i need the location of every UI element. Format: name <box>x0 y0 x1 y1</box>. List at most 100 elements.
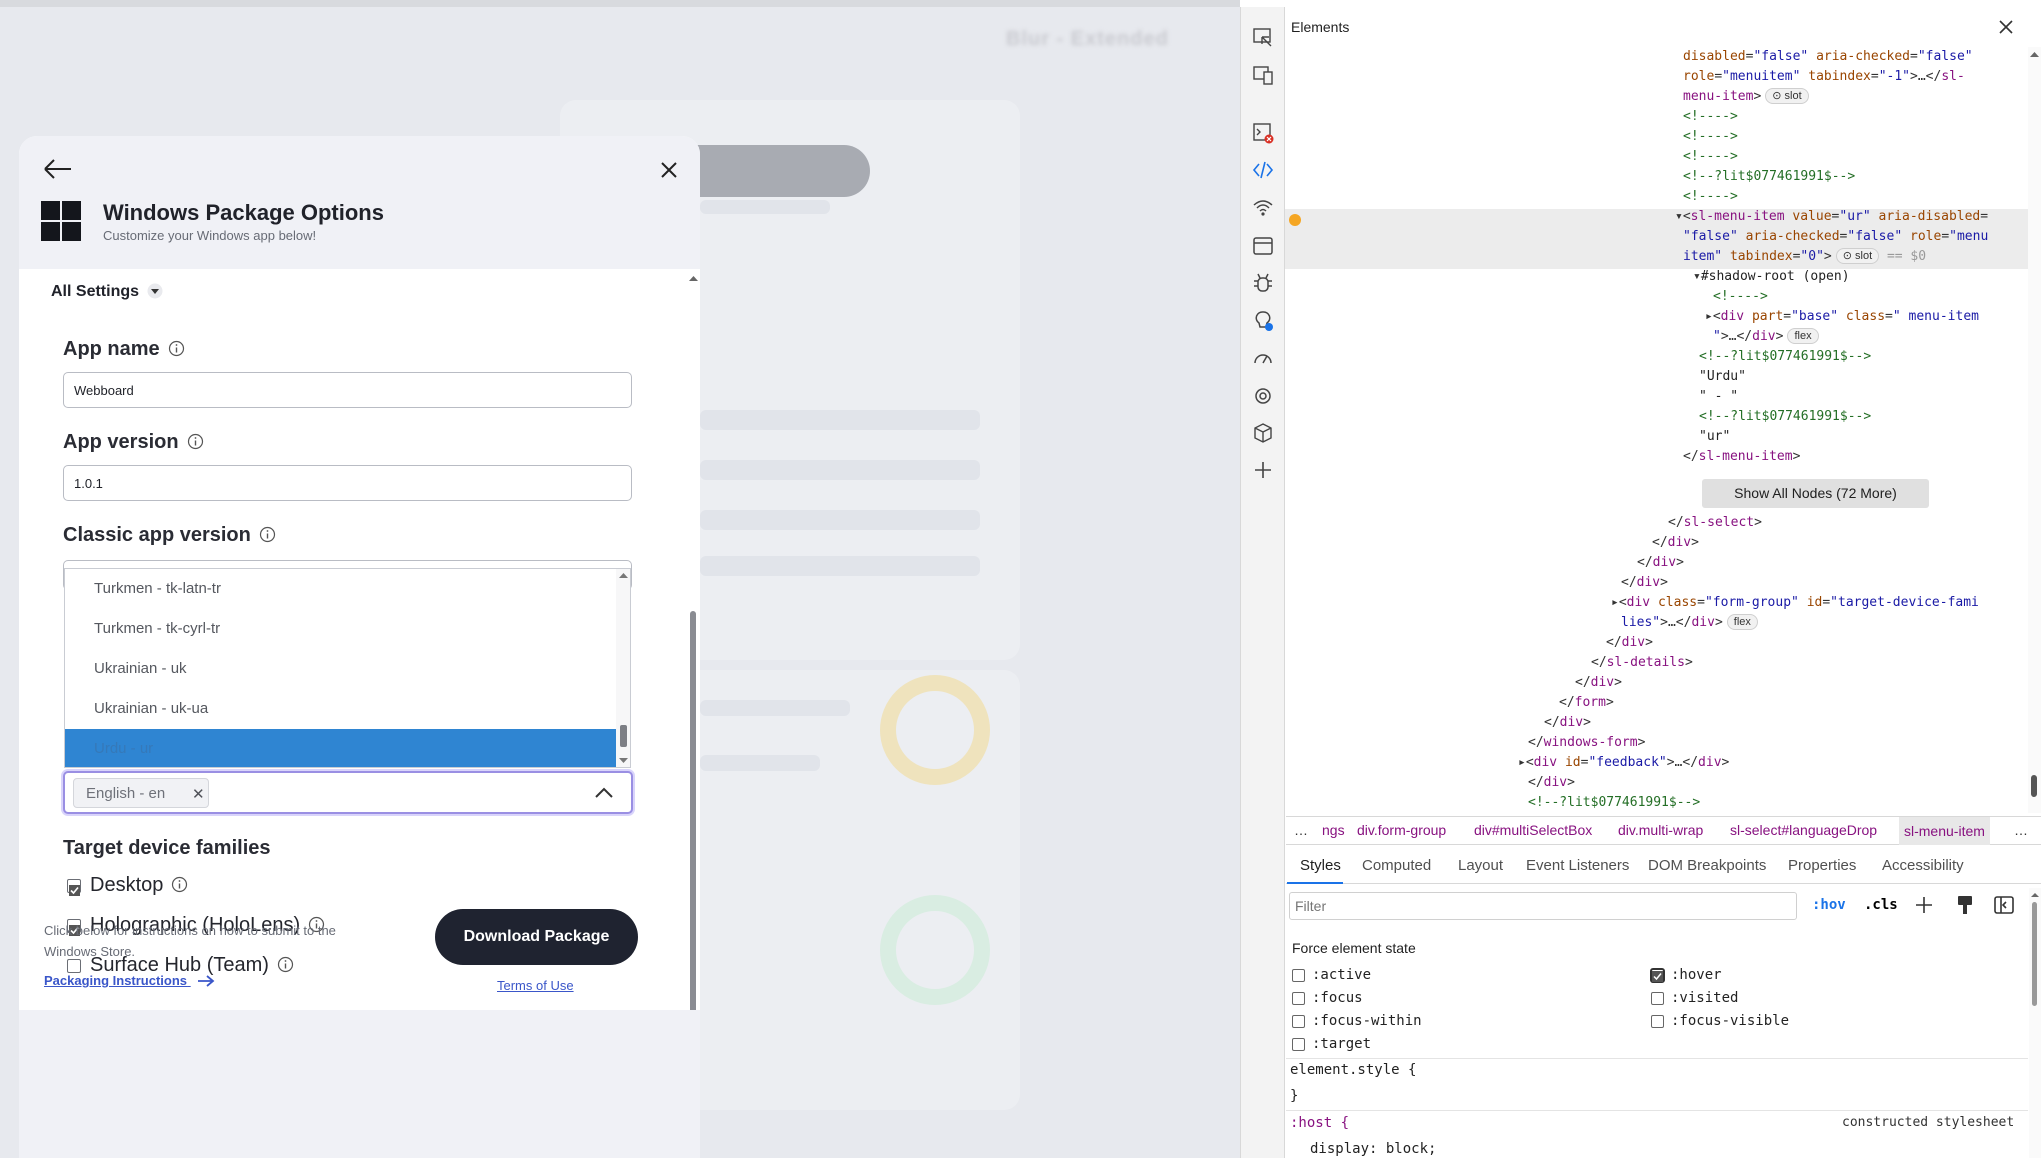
dropdown-option[interactable]: Ukrainian - uk <box>65 649 616 689</box>
windows-package-modal: Windows Package Options Customize your W… <box>19 136 700 1158</box>
download-package-button[interactable]: Download Package <box>435 909 638 965</box>
background-line <box>700 200 830 214</box>
checkbox[interactable] <box>1292 969 1305 982</box>
chevron-up-icon[interactable] <box>593 783 615 803</box>
checkbox[interactable] <box>1292 992 1305 1005</box>
dropdown-scroll-thumb[interactable] <box>620 725 627 747</box>
constructed-stylesheet-link[interactable]: constructed stylesheet <box>1842 1115 2014 1130</box>
devtools-title: Elements <box>1291 19 1350 35</box>
paint-brush-icon[interactable] <box>1955 894 1975 922</box>
info-icon[interactable] <box>259 526 276 543</box>
devtools-activity-bar <box>1240 7 1285 1158</box>
element-style-rule[interactable]: element.style { <box>1290 1062 1416 1078</box>
device-toolbar-icon[interactable] <box>1252 64 1274 86</box>
app-version-label: App version <box>63 431 204 454</box>
tab-layout[interactable]: Layout <box>1458 857 1503 874</box>
performance-gauge-icon[interactable] <box>1252 348 1274 370</box>
language-tag: English - en ✕ <box>73 778 209 808</box>
plus-icon[interactable] <box>1252 459 1274 481</box>
background-line <box>700 556 980 576</box>
checkbox[interactable] <box>1292 1015 1305 1028</box>
app-version-input[interactable] <box>63 465 632 501</box>
back-arrow-icon[interactable] <box>41 154 75 184</box>
show-all-nodes-button[interactable]: Show All Nodes (72 More) <box>1702 479 1929 508</box>
breadcrumb-item[interactable]: div.form-group <box>1357 822 1446 838</box>
dom-scroll-thumb[interactable] <box>2031 775 2037 797</box>
terms-of-use-link[interactable]: Terms of Use <box>497 978 574 993</box>
breadcrumb-item[interactable]: div#multiSelectBox <box>1474 822 1592 838</box>
background-line <box>700 410 980 430</box>
breadcrumb-item[interactable]: div.multi-wrap <box>1618 822 1703 838</box>
console-error-icon[interactable] <box>1252 122 1274 144</box>
dropdown-scrollbar[interactable] <box>616 569 630 767</box>
tab-dom-breakpoints[interactable]: DOM Breakpoints <box>1648 857 1766 874</box>
close-icon[interactable] <box>655 156 683 184</box>
info-icon[interactable] <box>171 876 188 893</box>
modal-title: Windows Package Options <box>103 200 384 225</box>
elements-code-icon[interactable] <box>1252 159 1274 181</box>
background-line <box>700 700 850 716</box>
styles-filter-input[interactable] <box>1289 892 1797 920</box>
tab-styles[interactable]: Styles <box>1300 857 1341 874</box>
checkbox[interactable] <box>1292 1038 1305 1051</box>
breadcrumb-item[interactable]: … <box>2014 822 2028 838</box>
checkbox[interactable] <box>1651 992 1664 1005</box>
toggle-sidebar-icon[interactable] <box>1993 894 2015 922</box>
tab-accessibility[interactable]: Accessibility <box>1882 857 1964 874</box>
breadcrumb: … ngs div.form-group div#multiSelectBox … <box>1286 816 2041 845</box>
language-dropdown-list[interactable]: Turkmen - tk-latn-tr Turkmen - tk-cyrl-t… <box>64 568 631 768</box>
dom-scrollbar[interactable] <box>2028 47 2041 813</box>
divider <box>1286 1058 2028 1059</box>
app-name-label: App name <box>63 338 185 361</box>
network-wifi-icon[interactable] <box>1252 197 1274 219</box>
background-brand: Blur - Extended <box>1006 28 1169 50</box>
background-donut <box>880 675 990 785</box>
styles-scrollbar[interactable] <box>2029 888 2041 1158</box>
tab-computed[interactable]: Computed <box>1362 857 1431 874</box>
breadcrumb-item[interactable]: … <box>1294 822 1308 838</box>
close-icon[interactable] <box>1996 17 2016 37</box>
hov-toggle[interactable]: :hov <box>1812 897 1846 925</box>
target-families-label: Target device families <box>63 837 271 859</box>
app-name-input[interactable] <box>63 372 632 408</box>
dropdown-option-selected[interactable]: Urdu - ur <box>65 729 616 767</box>
cube-icon[interactable] <box>1252 422 1274 444</box>
background-line <box>700 510 980 530</box>
breadcrumb-item[interactable]: sl-select#languageDrop <box>1730 822 1877 838</box>
divider <box>1286 1110 2028 1111</box>
dropdown-option[interactable]: Turkmen - tk-latn-tr <box>65 569 616 609</box>
windows-logo-icon <box>41 201 81 241</box>
dropdown-option[interactable]: Ukrainian - uk-ua <box>65 689 616 729</box>
checkbox[interactable] <box>1651 1015 1664 1028</box>
new-rule-plus-icon[interactable] <box>1913 894 1935 922</box>
classic-version-label: Classic app version <box>63 524 276 547</box>
inspect-icon[interactable] <box>1252 27 1274 49</box>
dom-tree[interactable]: disabled="false" aria-checked="false" ro… <box>1285 47 2031 813</box>
all-settings-toggle[interactable]: All Settings <box>51 283 163 301</box>
breadcrumb-item-active[interactable]: sl-menu-item <box>1899 817 1990 845</box>
checkbox[interactable] <box>67 879 81 896</box>
bug-icon[interactable] <box>1252 272 1274 294</box>
rule-close-brace: } <box>1290 1088 1299 1104</box>
tab-properties[interactable]: Properties <box>1788 857 1856 874</box>
styles-scroll-thumb[interactable] <box>2032 902 2037 1006</box>
lightbulb-icon[interactable] <box>1252 310 1274 332</box>
checkbox-checked[interactable] <box>1651 969 1664 982</box>
tab-event-listeners[interactable]: Event Listeners <box>1526 857 1629 874</box>
host-rule-selector[interactable]: :host { <box>1290 1115 1349 1131</box>
breadcrumb-item[interactable]: ngs <box>1322 822 1345 838</box>
remove-tag-icon[interactable]: ✕ <box>192 785 205 803</box>
language-tag-label: English - en <box>86 785 166 802</box>
checkbox-label: Desktop <box>90 874 164 896</box>
info-icon[interactable] <box>187 433 204 450</box>
modal-footer <box>19 1010 700 1158</box>
info-icon[interactable] <box>168 340 185 357</box>
cls-toggle[interactable]: .cls <box>1864 897 1898 925</box>
packaging-instructions-link[interactable]: Packaging Instructions <box>44 973 215 988</box>
application-window-icon[interactable] <box>1252 235 1274 257</box>
language-select[interactable]: English - en ✕ <box>63 771 633 814</box>
dropdown-option[interactable]: Turkmen - tk-cyrl-tr <box>65 609 616 649</box>
css-declaration[interactable]: display: block; <box>1310 1141 1436 1157</box>
cpu-chip-icon[interactable] <box>1252 385 1274 407</box>
modal-scrollbar[interactable] <box>686 269 700 1137</box>
